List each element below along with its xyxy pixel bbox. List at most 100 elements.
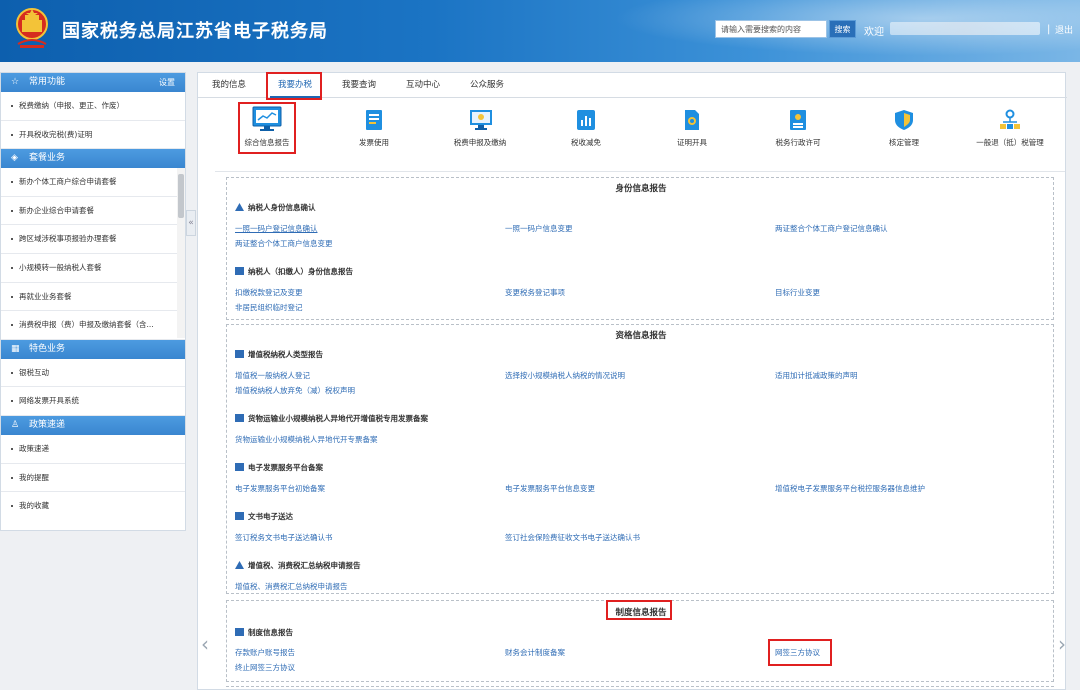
tab-query[interactable]: 我要查询 [334,73,384,98]
func-label: 核定管理 [889,138,919,147]
link[interactable]: 扣缴税款登记及变更 [235,287,303,298]
func-label: 税收减免 [571,138,601,147]
link[interactable]: 电子发票服务平台信息变更 [505,483,595,494]
link[interactable]: 存款账户账号报告 [235,647,295,658]
sidebar-item[interactable]: 消费税申报（费）申报及缴纳套餐（含... [1,311,185,340]
package-icon: ◈ [11,153,18,164]
sidebar-group-policy[interactable]: ♙ 政策速递 [1,415,185,435]
document-icon [235,512,244,520]
link[interactable]: 签订社会保险费征收文书电子送达确认书 [505,532,640,543]
subsection-label: 增值税纳税人类型报告 [248,350,323,359]
sidebar-item[interactable]: 我的收藏 [1,492,185,521]
link[interactable]: 选择按小规模纳税人纳税的情况说明 [505,370,625,381]
national-emblem-icon [16,8,48,48]
bullet-icon [11,324,13,327]
link[interactable]: 一照一码户信息变更 [505,223,573,234]
link[interactable]: 财务会计制度备案 [505,647,565,658]
func-certificate[interactable]: 证明开具 [647,101,737,148]
subsection-title: 纳税人身份信息确认 [235,202,316,213]
search-button[interactable]: 搜索 [829,20,856,38]
table-icon [235,628,244,636]
link[interactable]: 增值税一般纳税人登记 [235,370,310,381]
prev-arrow-icon[interactable]: ‹ [201,632,209,656]
subsection-label: 纳税人身份信息确认 [248,203,316,212]
scrollbar-thumb[interactable] [178,174,184,219]
search-input[interactable]: 请输入需要搜索的内容 [715,20,827,38]
subsection-title: 货物运输业小规模纳税人异地代开增值税专用发票备案 [235,413,428,424]
user-icon: ♙ [11,419,20,430]
sidebar-item[interactable]: 开具税收完税(费)证明 [1,121,185,150]
tab-public-service[interactable]: 公众服务 [462,73,512,98]
tab-my-info[interactable]: 我的信息 [204,73,254,98]
link[interactable]: 签订税务文书电子送达确认书 [235,532,333,543]
sidebar-item[interactable]: 跨区域涉税事项报验办理套餐 [1,225,185,254]
sidebar-item-label: 新办企业综合申请套餐 [19,205,94,215]
sidebar-item[interactable]: 银税互动 [1,359,185,388]
sidebar-group-featured[interactable]: ▦ 特色业务 [1,339,185,359]
highlight-box [266,72,322,100]
func-admin-license[interactable]: 税务行政许可 [753,101,843,148]
top-banner: 国家税务总局江苏省电子税务局 请输入需要搜索的内容 搜索 欢迎 | 退出 [0,0,1080,62]
subsection-title: 增值税、消费税汇总纳税申请报告 [235,560,361,571]
sidebar-item[interactable]: 再就业业务套餐 [1,283,185,312]
sidebar-item[interactable]: 政策速递 [1,435,185,464]
subsection-title: 文书电子送达 [235,511,293,522]
sidebar-item[interactable]: 新办个体工商户综合申请套餐 [1,168,185,197]
link[interactable]: 目标行业变更 [775,287,820,298]
next-arrow-icon[interactable]: › [1058,632,1066,656]
divider [226,686,1054,687]
sidebar-item[interactable]: 税费缴纳（申报、更正、作废） [1,92,185,121]
sidebar-item-label: 网络发票开具系统 [19,396,79,406]
func-declare-pay[interactable]: 税费申报及缴纳 [435,101,525,148]
link[interactable]: 电子发票服务平台初始备案 [235,483,325,494]
sidebar-group-title: 政策速递 [29,419,66,430]
subsection-label: 增值税、消费税汇总纳税申请报告 [248,561,361,570]
sidebar-collapse-button[interactable]: « [186,210,196,236]
sidebar-item[interactable]: 新办企业综合申请套餐 [1,197,185,226]
link[interactable]: 变更税务登记事项 [505,287,565,298]
subsection-label: 货物运输业小规模纳税人异地代开增值税专用发票备案 [248,414,428,423]
invoice-small-icon [235,463,244,471]
link[interactable]: 增值税电子发票服务平台税控服务器信息维护 [775,483,925,494]
link[interactable]: 一照一码户登记信息确认 [235,223,318,234]
panel-identity: 身份信息报告 纳税人身份信息确认 一照一码户登记信息确认 一照一码户信息变更 两… [226,177,1054,320]
screen-icon [469,109,492,131]
link[interactable]: 终止网签三方协议 [235,662,295,673]
bullet-icon [11,295,13,298]
sidebar-item-label: 新办个体工商户综合申请套餐 [19,177,117,187]
truck-icon [235,414,244,422]
bullet-icon [11,505,13,508]
link[interactable]: 适用加计抵减政策的声明 [775,370,858,381]
invoice-icon [363,109,385,131]
func-invoice-use[interactable]: 发票使用 [329,101,419,148]
sidebar-group-common[interactable]: ☆ 常用功能 设置 [1,73,185,92]
func-tax-refund[interactable]: 一般退（抵）税管理 [965,101,1055,148]
subsection-label: 文书电子送达 [248,512,293,521]
link[interactable]: 两证整合个体工商户信息变更 [235,238,333,249]
sidebar-group-package[interactable]: ◈ 套餐业务 [1,149,185,169]
sidebar-item[interactable]: 我的提醒 [1,464,185,493]
logout-link[interactable]: 退出 [1055,23,1073,36]
subsection-label: 电子发票服务平台备案 [248,463,323,472]
bullet-icon [11,181,13,184]
link[interactable]: 两证整合个体工商户登记信息确认 [775,223,888,234]
sidebar-scrollbar[interactable] [177,168,185,339]
tab-interaction[interactable]: 互动中心 [398,73,448,98]
func-tax-relief[interactable]: 税收减免 [541,101,631,148]
link[interactable]: 增值税、消费税汇总纳税申请报告 [235,581,348,592]
sidebar-item-label: 银税互动 [19,367,49,377]
sidebar-item-label: 税费缴纳（申报、更正、作废） [19,101,124,110]
link[interactable]: 非居民组织临时登记 [235,302,303,313]
func-verification[interactable]: 核定管理 [859,101,949,148]
bullet-icon [11,238,13,241]
sidebar-item[interactable]: 小规模转一般纳税人套餐 [1,254,185,283]
function-row: 综合信息报告 发票使用 税费申报及缴纳 税收减免 证明开具 税务行政许可 核定管… [198,101,1067,165]
package-list: 新办个体工商户综合申请套餐 新办企业综合申请套餐 跨区域涉税事项报验办理套餐 小… [1,168,185,340]
link[interactable]: 增值税纳税人放弃免（减）税权声明 [235,385,355,396]
link[interactable]: 货物运输业小规模纳税人异地代开专票备案 [235,434,378,445]
sidebar-item[interactable]: 网络发票开具系统 [1,387,185,416]
subsection-title: 纳税人（扣缴人）身份信息报告 [235,266,353,277]
section-title: 身份信息报告 [615,184,667,194]
sidebar-group-title: 套餐业务 [29,153,66,164]
sidebar-settings-link[interactable]: 设置 [159,73,175,92]
